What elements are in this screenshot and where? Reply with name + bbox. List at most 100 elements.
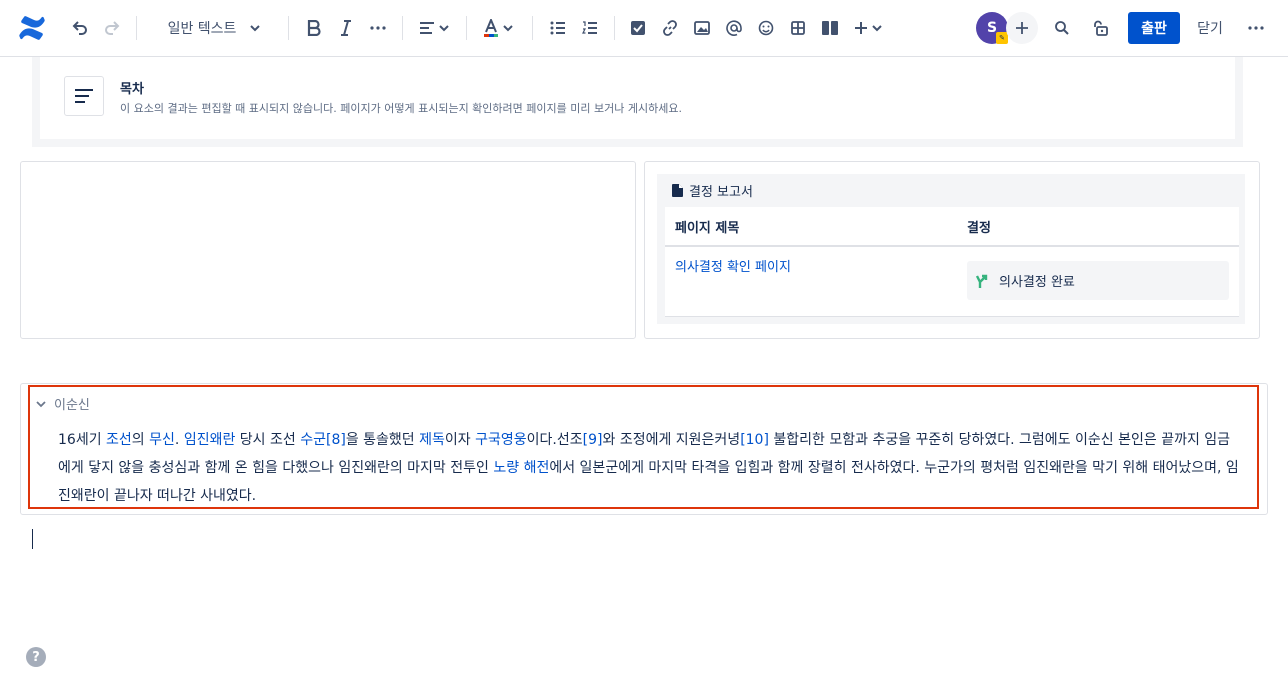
- text-run: 이다.선조: [526, 432, 583, 448]
- help-button[interactable]: ?: [26, 647, 46, 667]
- text-run: .: [174, 432, 184, 448]
- undo-button[interactable]: [64, 12, 96, 44]
- alignment-dropdown[interactable]: [412, 12, 456, 44]
- toolbar-divider: [466, 16, 467, 40]
- text-cursor: [32, 529, 33, 549]
- more-actions-button[interactable]: [1240, 12, 1272, 44]
- table-header-divider: [665, 245, 1239, 247]
- decision-status: 의사결정 완료: [967, 261, 1229, 300]
- toolbar-divider: [402, 16, 403, 40]
- italic-button[interactable]: [330, 12, 362, 44]
- more-horizontal-icon: [370, 26, 386, 30]
- image-button[interactable]: [686, 12, 718, 44]
- table-icon: [791, 21, 805, 35]
- editor-toolbar: 일반 텍스트 S ✎ 출판 닫기: [0, 0, 1288, 57]
- invite-collaborator-button[interactable]: [1006, 12, 1038, 44]
- restrictions-button[interactable]: [1084, 12, 1116, 44]
- link-icon: [663, 20, 677, 36]
- decision-report-title: 결정 보고서: [689, 185, 753, 200]
- decision-report-header: 결정 보고서: [672, 181, 753, 200]
- redo-button[interactable]: [96, 12, 128, 44]
- text-run: 의: [131, 432, 150, 448]
- mention-button[interactable]: [718, 12, 750, 44]
- inline-link[interactable]: 노량 해전: [493, 460, 549, 476]
- toc-macro-icon-box: [64, 76, 104, 116]
- chevron-down-icon: [872, 25, 882, 32]
- bullet-list-icon: [550, 21, 565, 35]
- mention-icon: [726, 20, 742, 36]
- numbered-list-icon: [582, 21, 597, 34]
- emoji-icon: [758, 20, 774, 36]
- checkbox-icon: [631, 21, 645, 35]
- text-run: 와 조정에게 지원은커녕: [602, 432, 741, 448]
- inline-link[interactable]: 조선: [106, 432, 132, 448]
- text-style-dropdown[interactable]: 일반 텍스트: [152, 12, 276, 44]
- text-run: 을 통솔했던: [345, 432, 420, 448]
- unlock-icon: [1094, 20, 1108, 36]
- expand-toggle[interactable]: 이순신: [36, 394, 90, 413]
- toc-macro-body: [40, 57, 1235, 139]
- confluence-logo-icon[interactable]: [18, 14, 46, 42]
- layout-button[interactable]: [814, 12, 846, 44]
- inline-link[interactable]: [8]: [326, 432, 346, 448]
- task-button[interactable]: [622, 12, 654, 44]
- image-icon: [694, 21, 710, 35]
- text-run: 당시 조선: [235, 432, 301, 448]
- expand-title: 이순신: [54, 398, 90, 413]
- document-icon: [672, 184, 683, 197]
- undo-icon: [72, 21, 87, 35]
- toolbar-divider: [288, 16, 289, 40]
- chevron-down-icon: [439, 25, 449, 32]
- inline-link[interactable]: 제독: [419, 432, 445, 448]
- bold-button[interactable]: [298, 12, 330, 44]
- more-horizontal-icon: [1248, 26, 1264, 30]
- text-style-label: 일반 텍스트: [167, 21, 237, 37]
- plus-icon: [855, 22, 867, 34]
- chevron-down-icon: [503, 25, 513, 32]
- plus-icon: [1016, 22, 1028, 34]
- publish-button[interactable]: 출판: [1128, 12, 1180, 44]
- inline-link[interactable]: 무신: [149, 432, 175, 448]
- emoji-button[interactable]: [750, 12, 782, 44]
- layout-columns-icon: [822, 21, 838, 35]
- toolbar-divider: [614, 16, 615, 40]
- numbered-list-button[interactable]: [574, 12, 606, 44]
- search-icon: [1055, 21, 1069, 35]
- bold-icon: [307, 20, 321, 36]
- inline-link[interactable]: [9]: [583, 432, 603, 448]
- table-button[interactable]: [782, 12, 814, 44]
- column-header-decision: 결정: [967, 221, 991, 236]
- toc-macro-description: 이 요소의 결과는 편집할 때 표시되지 않습니다. 페이지가 어떻게 표시되는…: [120, 102, 682, 115]
- inline-link[interactable]: 수군: [300, 432, 326, 448]
- expand-body-paragraph: 16세기 조선의 무신. 임진왜란 당시 조선 수군[8]을 통솔했던 제독이자…: [58, 426, 1242, 510]
- insert-more-dropdown[interactable]: [850, 12, 886, 44]
- table-of-contents-icon: [75, 89, 93, 103]
- search-button[interactable]: [1046, 12, 1078, 44]
- text-color-dropdown[interactable]: [476, 12, 520, 44]
- link-button[interactable]: [654, 12, 686, 44]
- align-left-icon: [420, 22, 434, 34]
- toolbar-divider: [136, 16, 137, 40]
- redo-icon: [105, 21, 120, 35]
- help-icon: ?: [32, 649, 40, 665]
- inline-link[interactable]: [10]: [740, 432, 769, 448]
- table-bottom-divider: [665, 316, 1239, 317]
- chevron-down-icon: [250, 25, 261, 32]
- text-run: 16세기: [58, 432, 107, 448]
- italic-icon: [341, 20, 351, 36]
- chevron-down-icon: [36, 400, 46, 407]
- more-formatting-button[interactable]: [362, 12, 394, 44]
- text-run: 이자: [444, 432, 476, 448]
- decision-icon: [975, 274, 988, 288]
- text-color-icon: [484, 19, 498, 37]
- inline-link[interactable]: 구국영웅: [475, 432, 527, 448]
- toc-macro-title: 목차: [120, 82, 144, 97]
- close-button[interactable]: 닫기: [1190, 12, 1230, 44]
- decision-status-label: 의사결정 완료: [999, 275, 1075, 290]
- column-header-page-title: 페이지 제목: [675, 221, 740, 236]
- inline-link[interactable]: 임진왜란: [184, 432, 236, 448]
- toolbar-divider: [532, 16, 533, 40]
- bullet-list-button[interactable]: [542, 12, 574, 44]
- layout-column-left[interactable]: [20, 161, 636, 339]
- decision-page-link[interactable]: 의사결정 확인 페이지: [675, 256, 791, 275]
